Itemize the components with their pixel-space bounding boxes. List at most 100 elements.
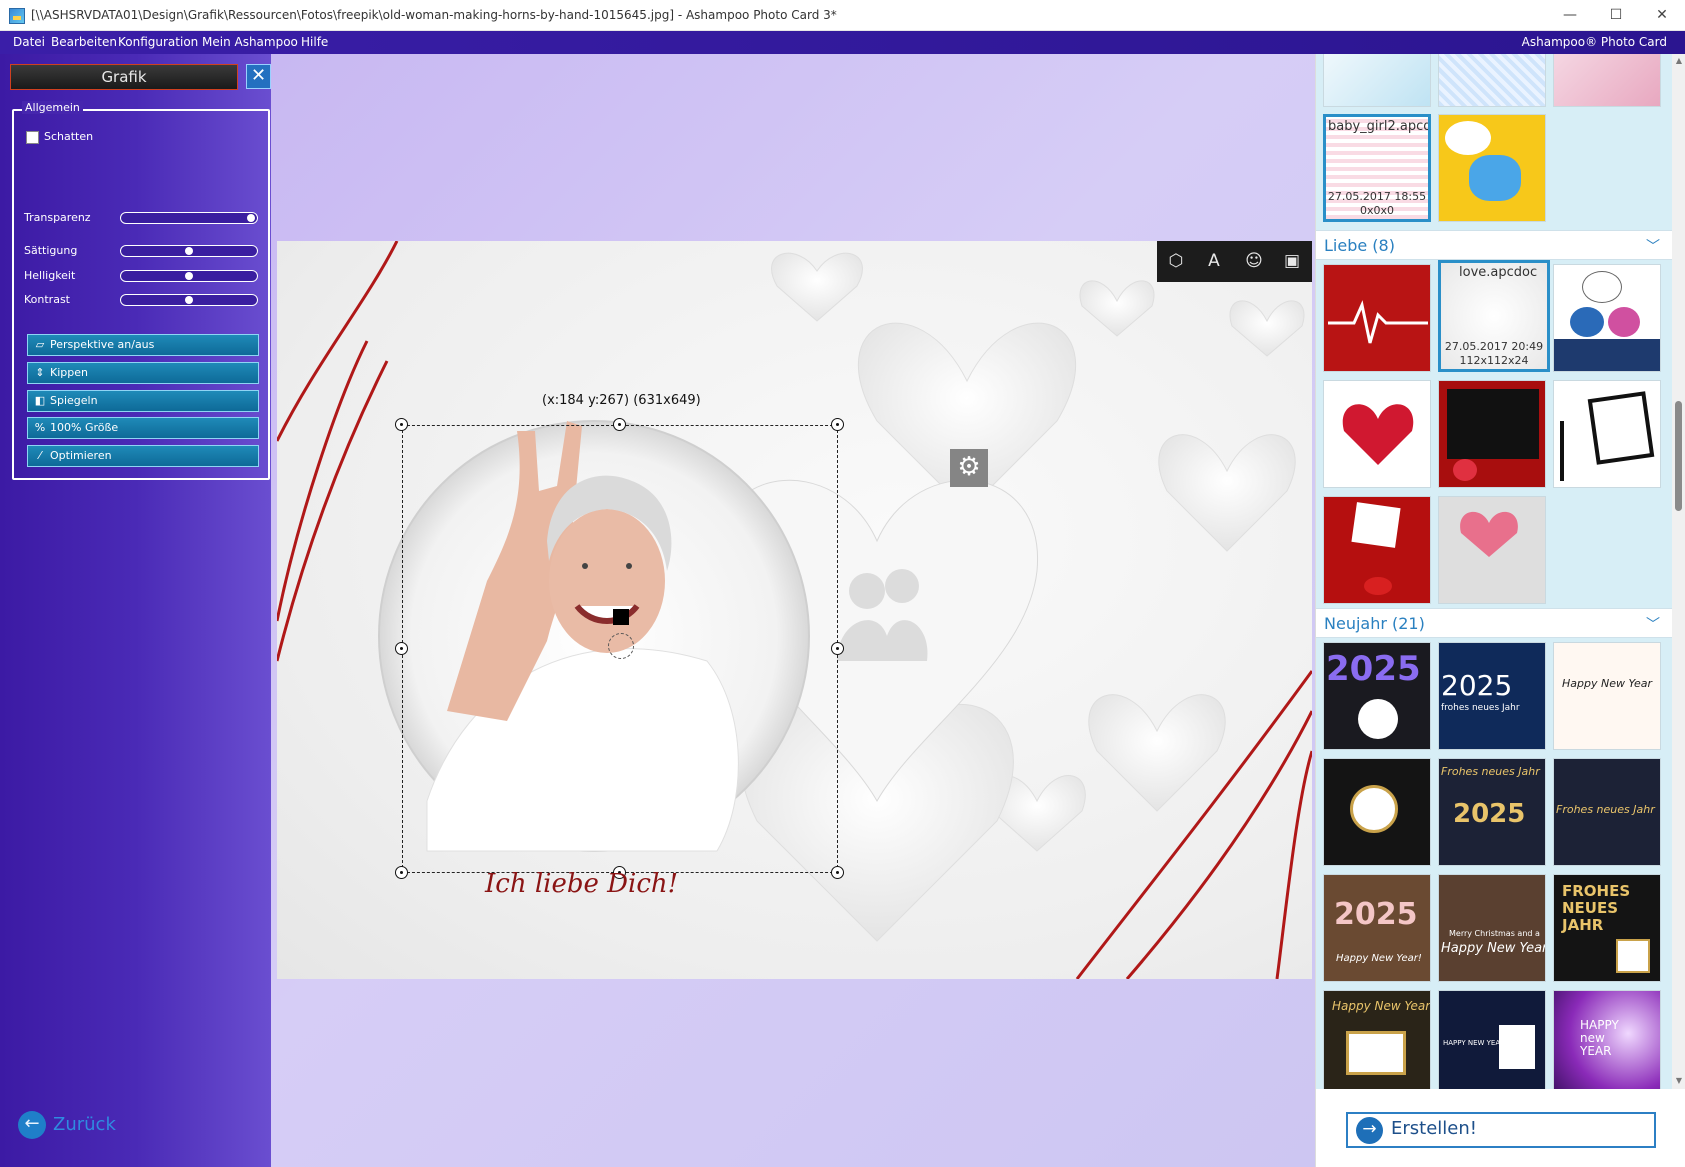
- resize-handle-top[interactable]: [613, 418, 626, 431]
- saturation-label: Sättigung: [24, 244, 78, 257]
- menu-mein-ashampoo[interactable]: Mein Ashampoo: [202, 35, 298, 49]
- template-thumb[interactable]: [1323, 54, 1431, 107]
- contrast-label: Kontrast: [24, 293, 70, 306]
- thumb-text: Happy New Year: [1441, 941, 1546, 956]
- rotate-handle[interactable]: [613, 609, 629, 625]
- close-window-button[interactable]: ✕: [1639, 0, 1685, 31]
- chevron-down-icon[interactable]: ﹀: [1646, 236, 1660, 256]
- minimize-button[interactable]: —: [1547, 0, 1593, 31]
- scroll-down-icon[interactable]: ▼: [1674, 1076, 1684, 1086]
- template-thumb[interactable]: [1323, 380, 1431, 488]
- workspace: ⬡ A ☺ ▣ ⚙ (x:184 y:267) (631x649) Ich li…: [271, 54, 1315, 1167]
- window-title: [\\ASHSRVDATA01\Design\Grafik\Ressourcen…: [31, 8, 837, 22]
- full-size-button[interactable]: % 100% Größe: [27, 417, 259, 439]
- template-thumb[interactable]: [1438, 496, 1546, 604]
- clipart-icon[interactable]: ☺: [1237, 245, 1271, 277]
- properties-panel: Grafik ✕ Allgemein Schatten Transparenz …: [0, 54, 271, 1167]
- card-canvas[interactable]: ⬡ A ☺ ▣ ⚙ (x:184 y:267) (631x649) Ich li…: [277, 241, 1312, 979]
- template-thumb[interactable]: [1553, 380, 1661, 488]
- thumb-text: HAPPY new YEAR: [1580, 1018, 1619, 1058]
- brightness-slider[interactable]: [120, 270, 258, 282]
- shape-icon[interactable]: ⬡: [1159, 245, 1193, 277]
- scroll-up-icon[interactable]: ▲: [1674, 56, 1684, 66]
- template-thumb[interactable]: HAPPY new YEAR: [1553, 990, 1661, 1089]
- template-thumb[interactable]: HAPPY NEW YEAR: [1438, 990, 1546, 1089]
- arrow-left-icon: ←: [18, 1111, 46, 1139]
- slider-thumb[interactable]: [185, 272, 193, 280]
- template-thumb[interactable]: 2025 Happy New Year!: [1323, 874, 1431, 982]
- title-bar: [\\ASHSRVDATA01\Design\Grafik\Ressourcen…: [0, 0, 1685, 31]
- rotation-center-icon[interactable]: [608, 633, 634, 659]
- slider-thumb[interactable]: [247, 214, 255, 222]
- template-thumb[interactable]: [1323, 496, 1431, 604]
- resize-handle-top-right[interactable]: [831, 418, 844, 431]
- section-neujahr[interactable]: Neujahr (21) ﹀: [1316, 608, 1672, 638]
- template-thumb[interactable]: 2025 frohes neues Jahr: [1438, 642, 1546, 750]
- panel-close-button[interactable]: ✕: [246, 64, 271, 89]
- template-thumb[interactable]: [1438, 114, 1546, 222]
- scroll-thumb[interactable]: [1675, 401, 1682, 511]
- create-button[interactable]: → Erstellen!: [1346, 1112, 1656, 1148]
- perspective-button[interactable]: ▱ Perspektive an/aus: [27, 334, 259, 356]
- template-thumb[interactable]: Happy New Year: [1323, 990, 1431, 1089]
- template-love[interactable]: love.apcdoc 27.05.2017 20:49 112x112x24: [1438, 260, 1550, 372]
- thumb-text: Happy New Year: [1562, 677, 1653, 690]
- mirror-button[interactable]: ◧ Spiegeln: [27, 390, 259, 412]
- flip-vertical-icon: ⇕: [35, 366, 45, 379]
- card-greeting-text[interactable]: Ich liebe Dich!: [485, 869, 678, 899]
- template-name: love.apcdoc: [1459, 265, 1538, 280]
- saturation-slider[interactable]: [120, 245, 258, 257]
- template-thumb[interactable]: Happy New Year: [1553, 642, 1661, 750]
- button-label: Perspektive an/aus: [50, 338, 155, 351]
- menu-bar: Datei Bearbeiten Konfiguration Mein Asha…: [0, 31, 1685, 54]
- template-thumb[interactable]: [1438, 380, 1546, 488]
- resize-handle-left[interactable]: [395, 642, 408, 655]
- chevron-down-icon[interactable]: ﹀: [1646, 614, 1660, 634]
- flip-button[interactable]: ⇕ Kippen: [27, 362, 259, 384]
- section-liebe[interactable]: Liebe (8) ﹀: [1316, 230, 1672, 260]
- template-baby-girl2[interactable]: baby_girl2.apcdoc 27.05.2017 18:55 0x0x0: [1323, 114, 1431, 222]
- gear-icon[interactable]: ⚙: [950, 449, 988, 487]
- template-thumb[interactable]: Frohes neues Jahr: [1553, 758, 1661, 866]
- create-area: → Erstellen!: [1316, 1089, 1685, 1167]
- slider-thumb[interactable]: [185, 296, 193, 304]
- template-thumb[interactable]: [1438, 54, 1546, 107]
- menu-hilfe[interactable]: Hilfe: [301, 35, 328, 49]
- template-thumb[interactable]: Merry Christmas and a Happy New Year: [1438, 874, 1546, 982]
- maximize-button[interactable]: ☐: [1593, 0, 1639, 31]
- resize-handle-right[interactable]: [831, 642, 844, 655]
- contrast-slider[interactable]: [120, 294, 258, 306]
- slider-thumb[interactable]: [185, 247, 193, 255]
- template-size: 112x112x24: [1459, 354, 1529, 367]
- resize-handle-top-left[interactable]: [395, 418, 408, 431]
- brightness-label: Helligkeit: [24, 269, 76, 282]
- thumb-text: 2025: [1326, 649, 1421, 689]
- template-thumb[interactable]: [1323, 758, 1431, 866]
- panel-title: Grafik: [10, 64, 238, 90]
- template-thumb[interactable]: [1553, 264, 1661, 372]
- template-thumb[interactable]: FROHES NEUES JAHR: [1553, 874, 1661, 982]
- image-icon[interactable]: ▣: [1275, 245, 1309, 277]
- resize-handle-bottom-right[interactable]: [831, 866, 844, 879]
- thumb-text: FROHES NEUES JAHR: [1562, 882, 1631, 934]
- text-icon[interactable]: A: [1197, 245, 1231, 277]
- back-label: Zurück: [53, 1114, 116, 1135]
- template-size: 0x0x0: [1359, 204, 1394, 217]
- transparency-slider[interactable]: [120, 212, 258, 224]
- scrollbar[interactable]: ▲ ▼: [1672, 54, 1685, 1089]
- percent-icon: %: [34, 421, 46, 434]
- menu-konfiguration[interactable]: Konfiguration: [118, 35, 198, 49]
- menu-datei[interactable]: Datei: [13, 35, 45, 49]
- menu-bearbeiten[interactable]: Bearbeiten: [51, 35, 117, 49]
- thumb-text: Frohes neues Jahr: [1556, 803, 1655, 816]
- optimize-button[interactable]: ⁄ Optimieren: [27, 445, 259, 467]
- template-thumb[interactable]: [1553, 54, 1661, 107]
- thumb-text: frohes neues Jahr: [1441, 703, 1520, 713]
- resize-handle-bottom-left[interactable]: [395, 866, 408, 879]
- app-icon: [9, 8, 25, 24]
- template-thumb[interactable]: [1323, 264, 1431, 372]
- template-thumb[interactable]: Frohes neues Jahr 2025: [1438, 758, 1546, 866]
- shadow-checkbox[interactable]: [26, 131, 39, 144]
- template-thumb[interactable]: 2025: [1323, 642, 1431, 750]
- create-label: Erstellen!: [1391, 1118, 1477, 1139]
